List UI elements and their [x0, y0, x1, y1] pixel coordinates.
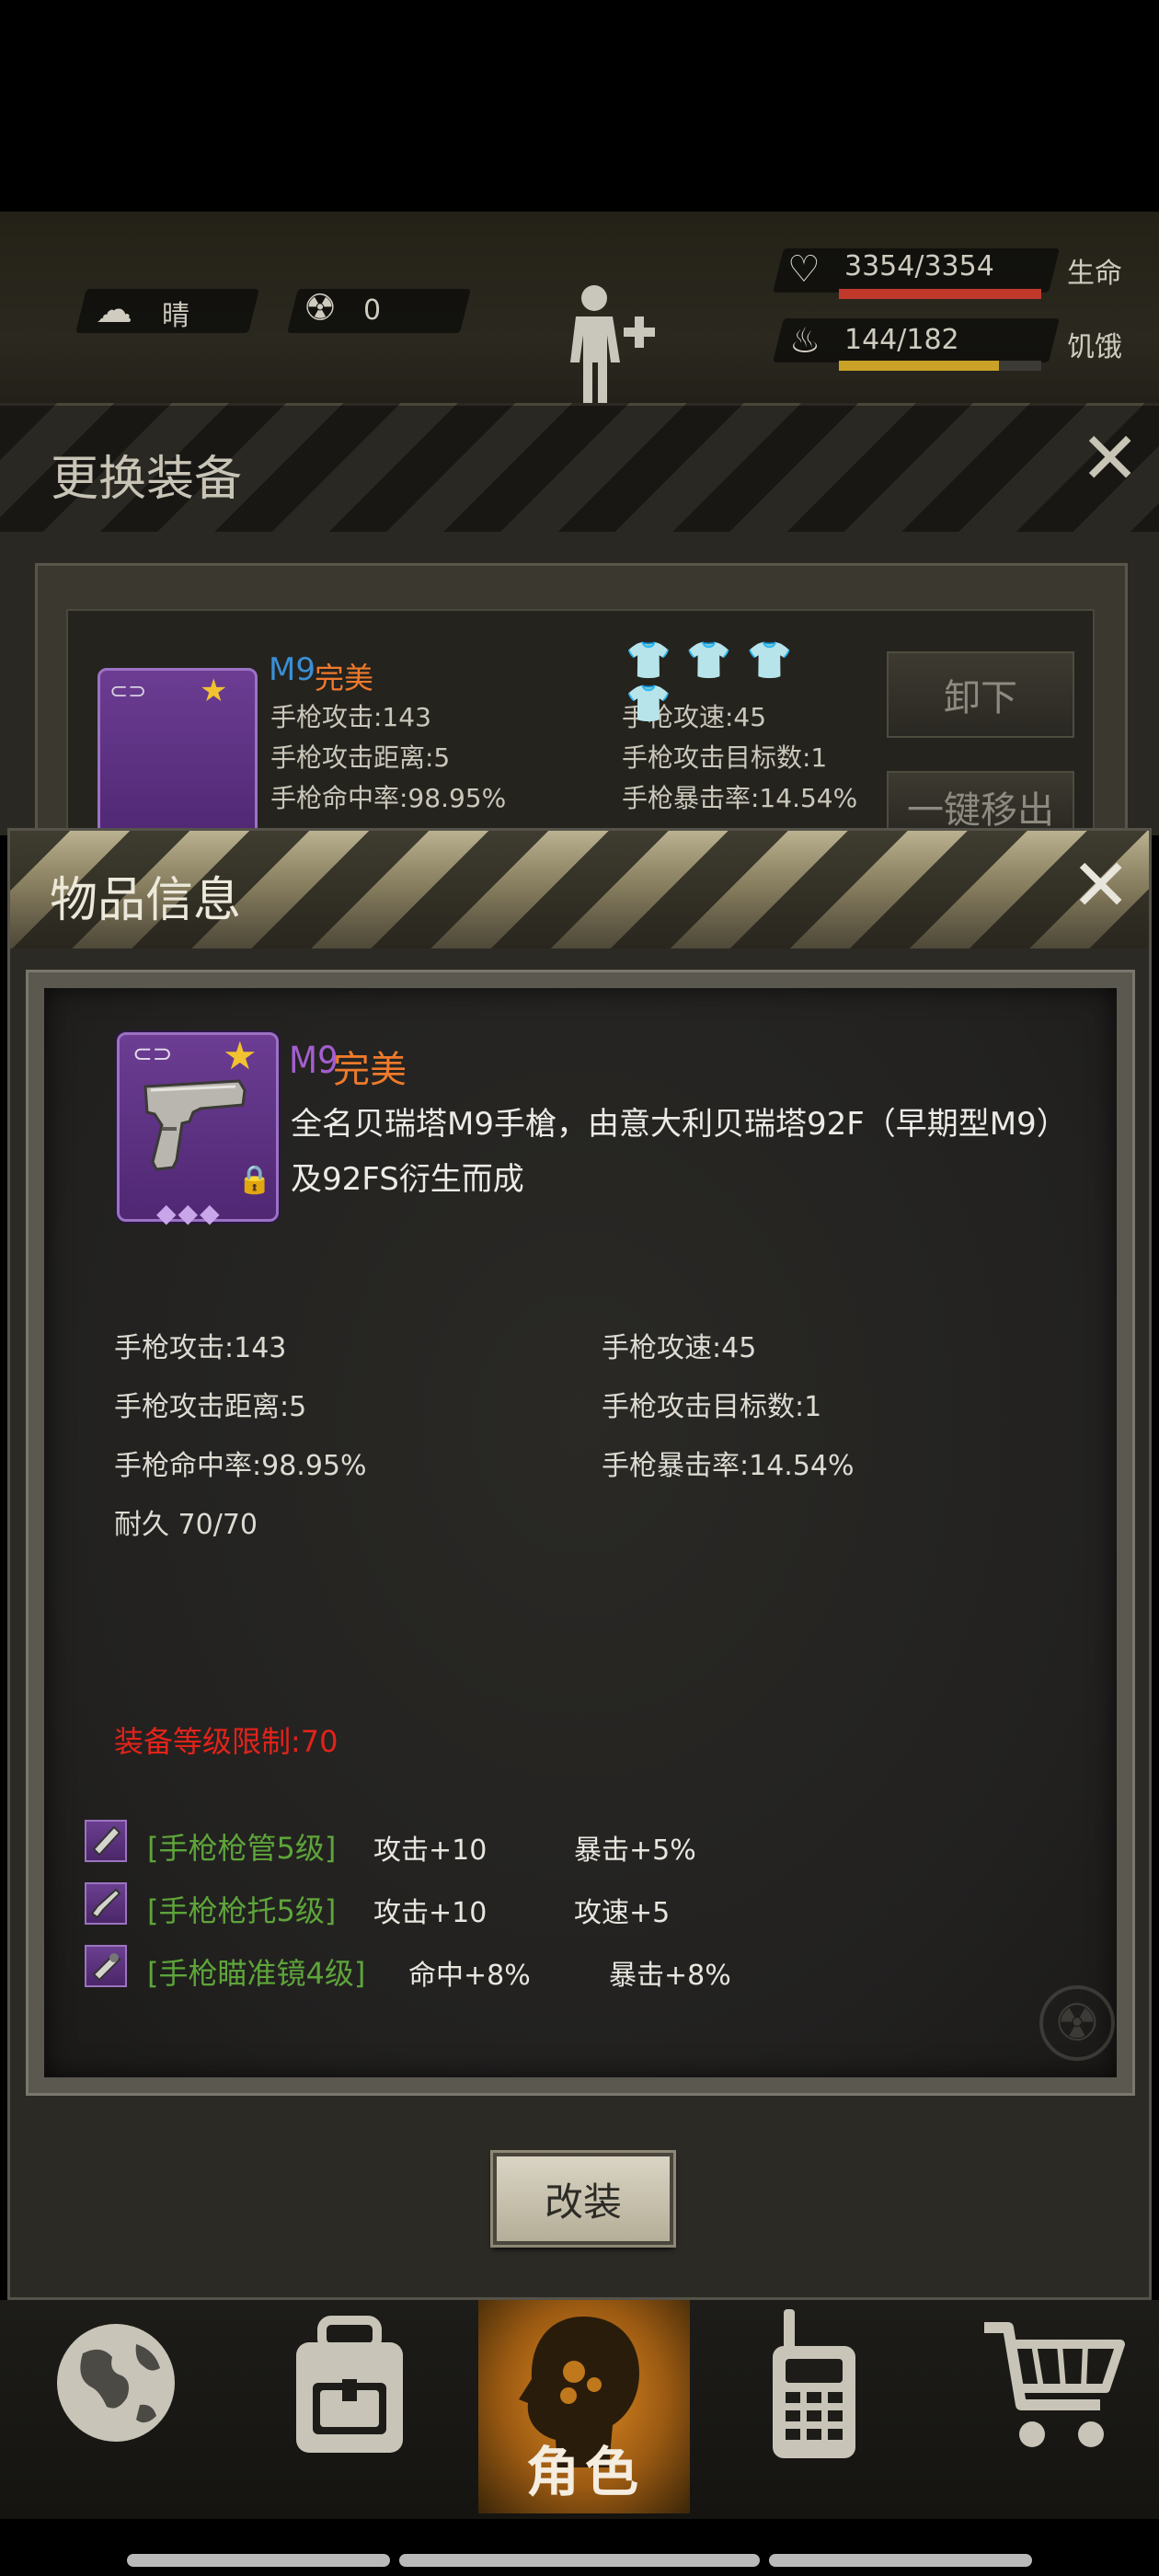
cart-icon [984, 2322, 1125, 2447]
item-thumbnail: ⊂⊃ ★ 🔒 [117, 1032, 279, 1222]
scope-mod-icon [85, 1945, 127, 1987]
mod-name: [手枪瞄准镜4级] [147, 1956, 366, 1991]
item-info-close-icon[interactable]: ✕ [1071, 850, 1130, 922]
nav-shop-button[interactable] [981, 2318, 1128, 2456]
link-icon: ⊂⊃ [132, 1041, 173, 1068]
weather-label: 晴 [162, 300, 189, 332]
shirt-icon: 👕 [746, 639, 808, 682]
mod-effect: 攻速+5 [574, 1897, 671, 1929]
stat-pistol-accuracy: 手枪命中率:98.95% [114, 1450, 367, 1482]
equipped-stat: 手枪攻击距离:5 [270, 742, 451, 773]
shirt-icon: 👕 [685, 639, 747, 682]
health-bar [839, 289, 1041, 299]
weather-cloud-icon: ☁ [96, 289, 132, 331]
change-equipment-title: 更换装备 [51, 452, 243, 507]
stat-durability: 耐久 70/70 [114, 1509, 258, 1541]
description-line: 全名贝瑞塔M9手槍，由意大利贝瑞塔92F（早期型M9） [291, 1106, 1068, 1143]
stat-pistol-attack-speed: 手枪攻速:45 [602, 1332, 757, 1364]
body-status-icon[interactable] [563, 282, 673, 410]
item-name: M9 [289, 1040, 339, 1082]
stock-mod-icon [85, 1882, 127, 1925]
stat-pistol-range: 手枪攻击距离:5 [114, 1391, 307, 1423]
radio-icon [773, 2309, 855, 2458]
lock-icon: 🔒 [237, 1164, 272, 1196]
mod-name: [手枪枪托5级] [147, 1893, 337, 1928]
hunger-value: 144/182 [844, 324, 959, 356]
nav-active-label: 角色 [526, 2441, 645, 2503]
health-value: 3354/3354 [844, 250, 994, 282]
backpack-icon [296, 2316, 403, 2453]
modify-button[interactable]: 改装 [493, 2153, 673, 2245]
health-label: 生命 [1067, 258, 1122, 290]
system-nav-bar [127, 2554, 390, 2567]
unequip-button[interactable]: 卸下 [887, 651, 1074, 738]
armor-slot-icons: 👕👕👕👕 [625, 638, 846, 725]
link-icon: ⊂⊃ [109, 678, 147, 704]
barrel-mod-icon [85, 1820, 127, 1862]
globe-icon [57, 2324, 175, 2442]
item-quality: 完美 [333, 1049, 407, 1091]
level-requirement: 装备等级限制:70 [114, 1724, 339, 1759]
item-description: 全名贝瑞塔M9手槍，由意大利贝瑞塔92F（早期型M9） 及92FS衍生而成 [291, 1097, 1100, 1207]
nav-globe-button[interactable] [55, 2317, 178, 2455]
nav-radio-button[interactable] [763, 2306, 865, 2462]
diamond-icon: ◆ [200, 1198, 222, 1228]
shirt-icon: 👕 [625, 639, 686, 682]
radiation-value: 0 [363, 294, 382, 327]
nav-backpack-button[interactable] [285, 2315, 414, 2456]
hunger-icon: ♨ [789, 320, 821, 361]
item-info-title: 物品信息 [50, 873, 242, 928]
change-equipment-close-icon[interactable]: ✕ [1080, 423, 1140, 495]
equipped-stat: 手枪暴击率:14.54% [622, 783, 858, 813]
equipped-item-frame[interactable]: ★ ⊂⊃ [98, 668, 258, 843]
shirt-icon: 👕 [625, 683, 686, 725]
hunger-bar [839, 361, 1041, 371]
mod-effect: 暴击+5% [574, 1834, 696, 1867]
equipped-item-name: M9 [269, 651, 316, 688]
equipped-item-quality: 完美 [315, 661, 374, 696]
system-nav-bar [399, 2554, 760, 2567]
mod-effect: 攻击+10 [373, 1897, 488, 1929]
radiation-watermark-icon: ☢ [1039, 1985, 1115, 2061]
system-nav-bar [769, 2554, 1032, 2567]
hunger-label: 饥饿 [1067, 331, 1122, 363]
radiation-icon: ☢ [304, 287, 337, 329]
diamond-icon: ◆ [178, 1198, 201, 1228]
remove-all-button[interactable]: 一键移出 [887, 771, 1074, 835]
rarity-diamonds: ◆◆◆ [156, 1198, 222, 1228]
heart-icon: ♡ [787, 248, 820, 291]
mod-effect: 命中+8% [408, 1960, 531, 1992]
stat-pistol-targets: 手枪攻击目标数:1 [602, 1391, 822, 1423]
stat-pistol-attack: 手枪攻击:143 [114, 1332, 287, 1364]
description-line: 及92FS衍生而成 [291, 1161, 524, 1198]
stat-pistol-crit: 手枪暴击率:14.54% [602, 1450, 855, 1482]
mod-name: [手枪枪管5级] [147, 1831, 337, 1866]
equipped-stat: 手枪攻击目标数:1 [622, 742, 828, 773]
equipped-stat: 手枪攻击:143 [270, 702, 431, 732]
star-icon: ★ [200, 673, 228, 709]
mod-effect: 暴击+8% [609, 1960, 731, 1992]
equipped-stat: 手枪命中率:98.95% [270, 783, 507, 813]
mod-effect: 攻击+10 [373, 1834, 488, 1867]
diamond-icon: ◆ [156, 1198, 178, 1228]
nav-character-button[interactable]: 角色 [478, 2300, 690, 2513]
